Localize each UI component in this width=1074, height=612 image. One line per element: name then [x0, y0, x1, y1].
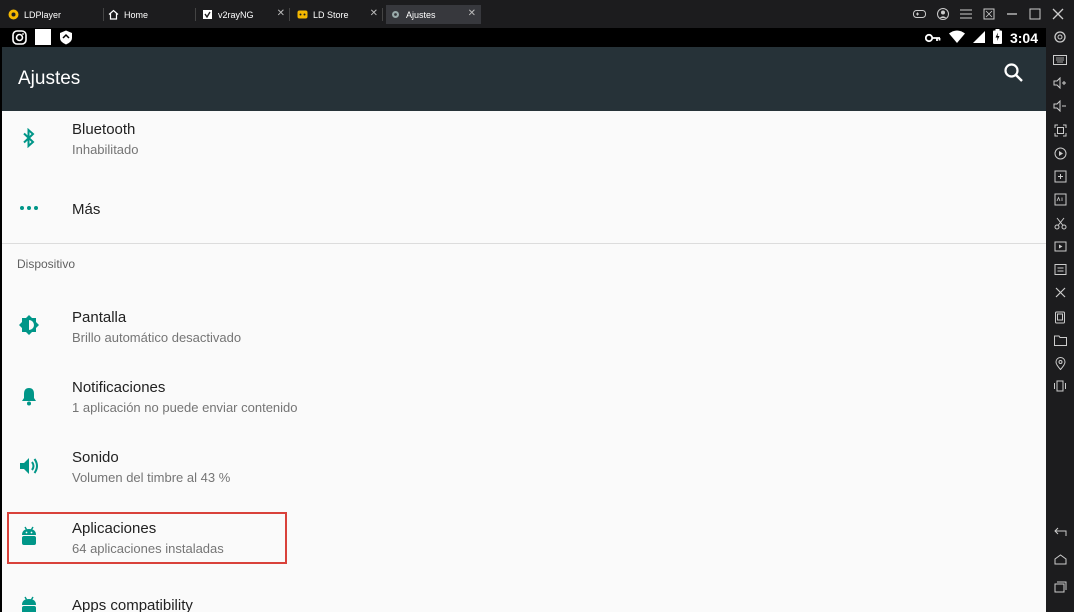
device-icon[interactable] — [1053, 310, 1067, 324]
item-title: Pantalla — [72, 309, 127, 326]
rotate-icon[interactable] — [1053, 288, 1067, 302]
location-icon[interactable] — [1053, 356, 1067, 370]
menu-icon[interactable] — [959, 7, 972, 20]
tab-v2rayng[interactable]: v2rayNG ✕ — [198, 5, 290, 24]
wifi-icon — [948, 30, 965, 46]
tab-ldplayer[interactable]: LDPlayer — [4, 5, 104, 24]
item-title: Bluetooth — [72, 121, 136, 138]
folder-icon[interactable] — [1053, 333, 1067, 347]
item-subtitle: Inhabilitado — [72, 142, 139, 157]
brightness-icon — [18, 314, 40, 336]
restore-window-icon[interactable] — [982, 7, 995, 20]
vpn-key-icon — [924, 30, 941, 46]
signal-icon — [972, 30, 985, 46]
app-bar: Ajustes — [2, 47, 1046, 111]
volume-down-icon[interactable] — [1053, 99, 1067, 113]
tab-label: Ajustes — [406, 9, 436, 20]
highlight-box — [7, 512, 287, 564]
v2rayng-icon — [202, 9, 213, 20]
settings-item-apps-compatibility[interactable]: Apps compatibility — [2, 581, 1046, 612]
battery-charging-icon — [992, 28, 1002, 47]
item-subtitle: Volumen del timbre al 43 % — [72, 470, 231, 485]
ldplayer-logo-icon — [8, 9, 19, 20]
home-nav-icon[interactable] — [1053, 552, 1067, 566]
tab-label: LDPlayer — [24, 9, 62, 20]
video-icon[interactable] — [1053, 239, 1067, 253]
android-icon — [18, 595, 40, 612]
volume-up-icon[interactable] — [1053, 76, 1067, 90]
close-window-icon[interactable] — [1051, 7, 1064, 20]
settings-item-mas[interactable]: Más — [2, 181, 1046, 237]
settings-icon[interactable] — [1053, 30, 1067, 44]
tab-label: v2rayNG — [218, 9, 254, 20]
recent-apps-icon[interactable] — [1053, 580, 1067, 594]
close-tab-icon[interactable]: ✕ — [370, 8, 378, 19]
page-title: Ajustes — [18, 68, 81, 89]
home-icon — [108, 9, 119, 20]
gamepad-icon[interactable] — [913, 7, 926, 20]
sync-icon[interactable] — [1053, 262, 1067, 276]
ld-store-icon — [297, 9, 308, 20]
tab-label: Home — [124, 9, 149, 20]
back-icon[interactable] — [1053, 525, 1067, 539]
bell-icon — [18, 385, 40, 407]
more-dots-icon — [18, 197, 40, 219]
user-account-icon[interactable] — [936, 7, 949, 20]
tab-label: LD Store — [313, 9, 349, 20]
maximize-icon[interactable] — [1028, 7, 1041, 20]
window-controls — [913, 7, 1064, 20]
tab-ld-store[interactable]: LD Store ✕ — [293, 5, 383, 24]
search-icon[interactable] — [1002, 61, 1026, 85]
tab-ajustes[interactable]: Ajustes ✕ — [386, 5, 481, 24]
settings-item-notificaciones[interactable]: Notificaciones 1 aplicación no puede env… — [2, 369, 1046, 429]
item-title: Más — [72, 201, 101, 218]
section-header-dispositivo: Dispositivo — [17, 257, 76, 271]
item-subtitle: 1 aplicación no puede enviar contenido — [72, 400, 298, 415]
settings-item-sonido[interactable]: Sonido Volumen del timbre al 43 % — [2, 439, 1046, 499]
item-title: Apps compatibility — [72, 597, 193, 612]
emulator-sidebar — [1046, 28, 1074, 612]
clock-time: 3:04 — [1009, 29, 1038, 46]
item-title: Sonido — [72, 449, 119, 466]
section-divider — [2, 243, 1046, 244]
settings-list: Bluetooth Inhabilitado Más Dispositivo P… — [2, 111, 1046, 612]
close-tab-icon[interactable]: ✕ — [277, 8, 285, 19]
settings-item-pantalla[interactable]: Pantalla Brillo automático desactivado — [2, 299, 1046, 359]
item-subtitle: Brillo automático desactivado — [72, 330, 242, 345]
scissors-icon[interactable] — [1053, 216, 1067, 230]
screen: LDPlayer Home v2rayNG ✕ LD Store ✕ Ajust… — [0, 0, 1074, 612]
settings-gear-icon — [390, 9, 401, 20]
android-status-bar: 3:04 — [0, 28, 1046, 47]
bluetooth-icon — [18, 127, 40, 149]
item-title: Notificaciones — [72, 379, 166, 396]
emulator-tab-bar: LDPlayer Home v2rayNG ✕ LD Store ✕ Ajust… — [0, 0, 1074, 28]
volume-icon — [18, 455, 40, 477]
close-tab-icon[interactable]: ✕ — [468, 8, 476, 19]
tab-home[interactable]: Home — [104, 5, 196, 24]
settings-item-bluetooth[interactable]: Bluetooth Inhabilitado — [2, 111, 1046, 171]
record-icon[interactable] — [1053, 146, 1067, 160]
add-app-icon[interactable] — [1053, 169, 1067, 183]
keyboard-icon[interactable] — [1053, 53, 1067, 67]
fullscreen-icon[interactable] — [1053, 123, 1067, 137]
minimize-icon[interactable] — [1005, 7, 1018, 20]
shake-phone-icon[interactable] — [1053, 379, 1067, 393]
apk-icon[interactable] — [1053, 192, 1067, 206]
